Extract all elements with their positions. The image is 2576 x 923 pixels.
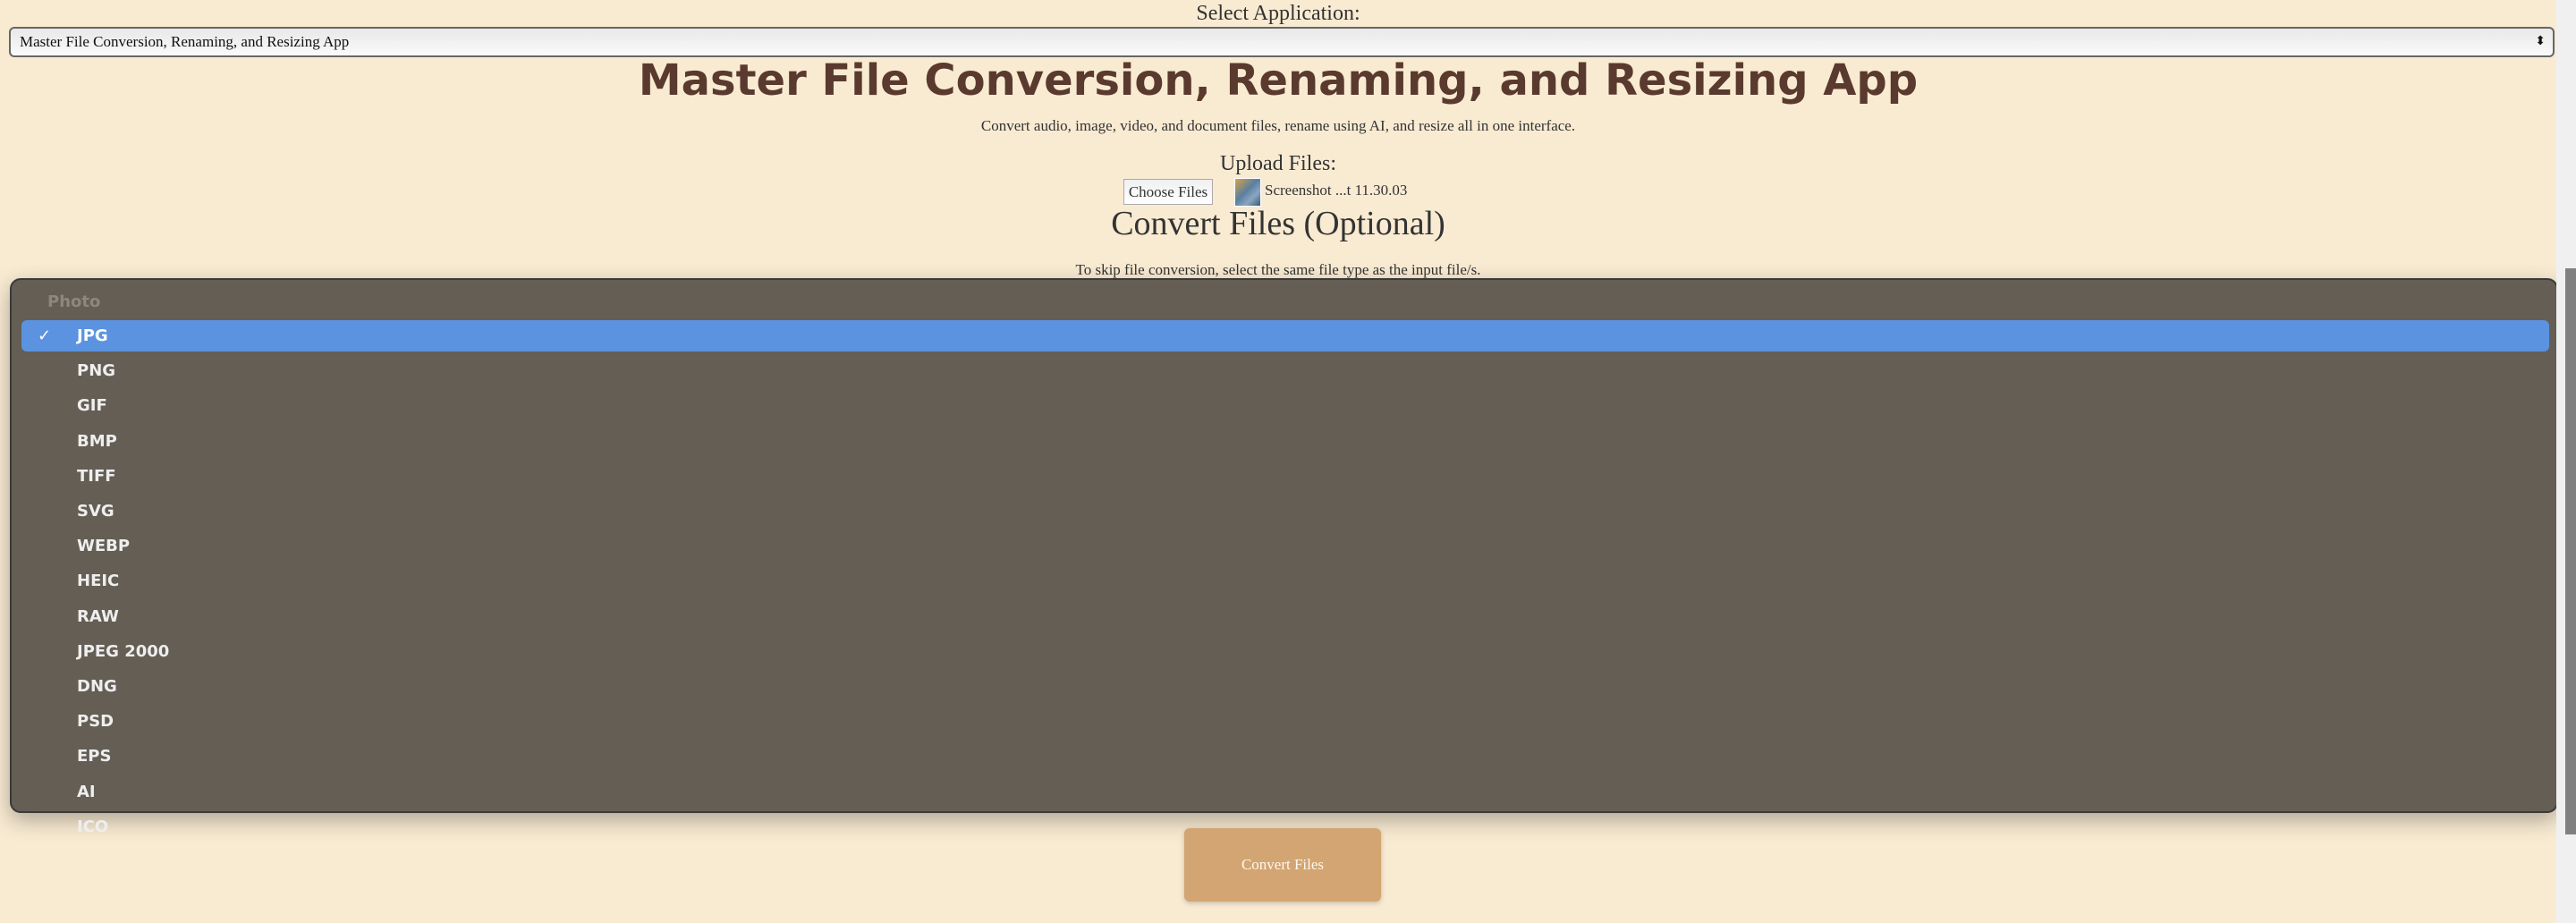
format-option[interactable]: EPS <box>21 741 2549 772</box>
convert-files-button[interactable]: Convert Files <box>1184 828 1381 902</box>
format-option[interactable]: PNG <box>21 355 2549 386</box>
format-option-label: PSD <box>77 712 114 732</box>
format-option-label: ICO <box>77 817 109 836</box>
option-group-photo: Photo <box>47 292 101 311</box>
format-option-label: HEIC <box>77 572 120 591</box>
convert-files-heading: Convert Files (Optional) <box>1111 205 1445 242</box>
format-option-label: RAW <box>77 606 119 626</box>
format-option-label: DNG <box>77 677 117 696</box>
format-option-label: GIF <box>77 396 107 416</box>
format-option[interactable]: GIF <box>21 390 2549 421</box>
format-option[interactable]: SVG <box>21 495 2549 527</box>
format-option-label: JPEG 2000 <box>77 641 170 661</box>
format-option[interactable]: PSD <box>21 706 2549 737</box>
format-option[interactable]: HEIC <box>21 565 2549 597</box>
select-application-label: Select Application: <box>1196 2 1360 25</box>
format-option[interactable]: DNG <box>21 671 2549 702</box>
checkmark-icon: ✓ <box>38 326 52 345</box>
application-select-value: Master File Conversion, Renaming, and Re… <box>20 33 350 50</box>
format-option[interactable]: JPEG 2000 <box>21 636 2549 667</box>
format-option-label: TIFF <box>77 466 116 486</box>
format-option[interactable]: TIFF <box>21 461 2549 492</box>
format-option-label: EPS <box>77 747 112 766</box>
format-dropdown-menu[interactable]: Photo ✓ JPG PNG GIF BMP TIFF SVG WEBP HEIC RAW JPE… <box>10 278 2558 836</box>
format-option[interactable]: AI <box>21 776 2549 808</box>
format-option-label: PNG <box>77 361 116 381</box>
format-option[interactable]: WEBP <box>21 530 2549 562</box>
format-option-label: AI <box>77 782 96 801</box>
skip-conversion-hint: To skip file conversion, select the same… <box>1075 261 1481 278</box>
format-option-label: SVG <box>77 502 114 521</box>
application-select[interactable]: Master File Conversion, Renaming, and Re… <box>9 27 2555 57</box>
upload-files-label: Upload Files: <box>1220 152 1336 175</box>
select-arrows-icon: ⬍ <box>2535 35 2546 48</box>
format-option-label: BMP <box>77 431 117 451</box>
page-title: Master File Conversion, Renaming, and Re… <box>638 55 1919 106</box>
file-thumbnail <box>1234 178 1261 207</box>
format-option[interactable]: RAW <box>21 601 2549 632</box>
selected-file-name: Screenshot ...t 11.30.03 <box>1265 182 1408 199</box>
format-option-label: JPG <box>77 326 108 345</box>
format-option[interactable]: BMP <box>21 426 2549 457</box>
format-option[interactable]: ✓ JPG <box>21 320 2549 351</box>
scrollbar-thumb[interactable] <box>2565 268 2576 834</box>
page-subtitle: Convert audio, image, video, and documen… <box>980 117 1576 134</box>
choose-files-button[interactable]: Choose Files <box>1123 179 1213 205</box>
format-option-label: WEBP <box>77 537 131 556</box>
